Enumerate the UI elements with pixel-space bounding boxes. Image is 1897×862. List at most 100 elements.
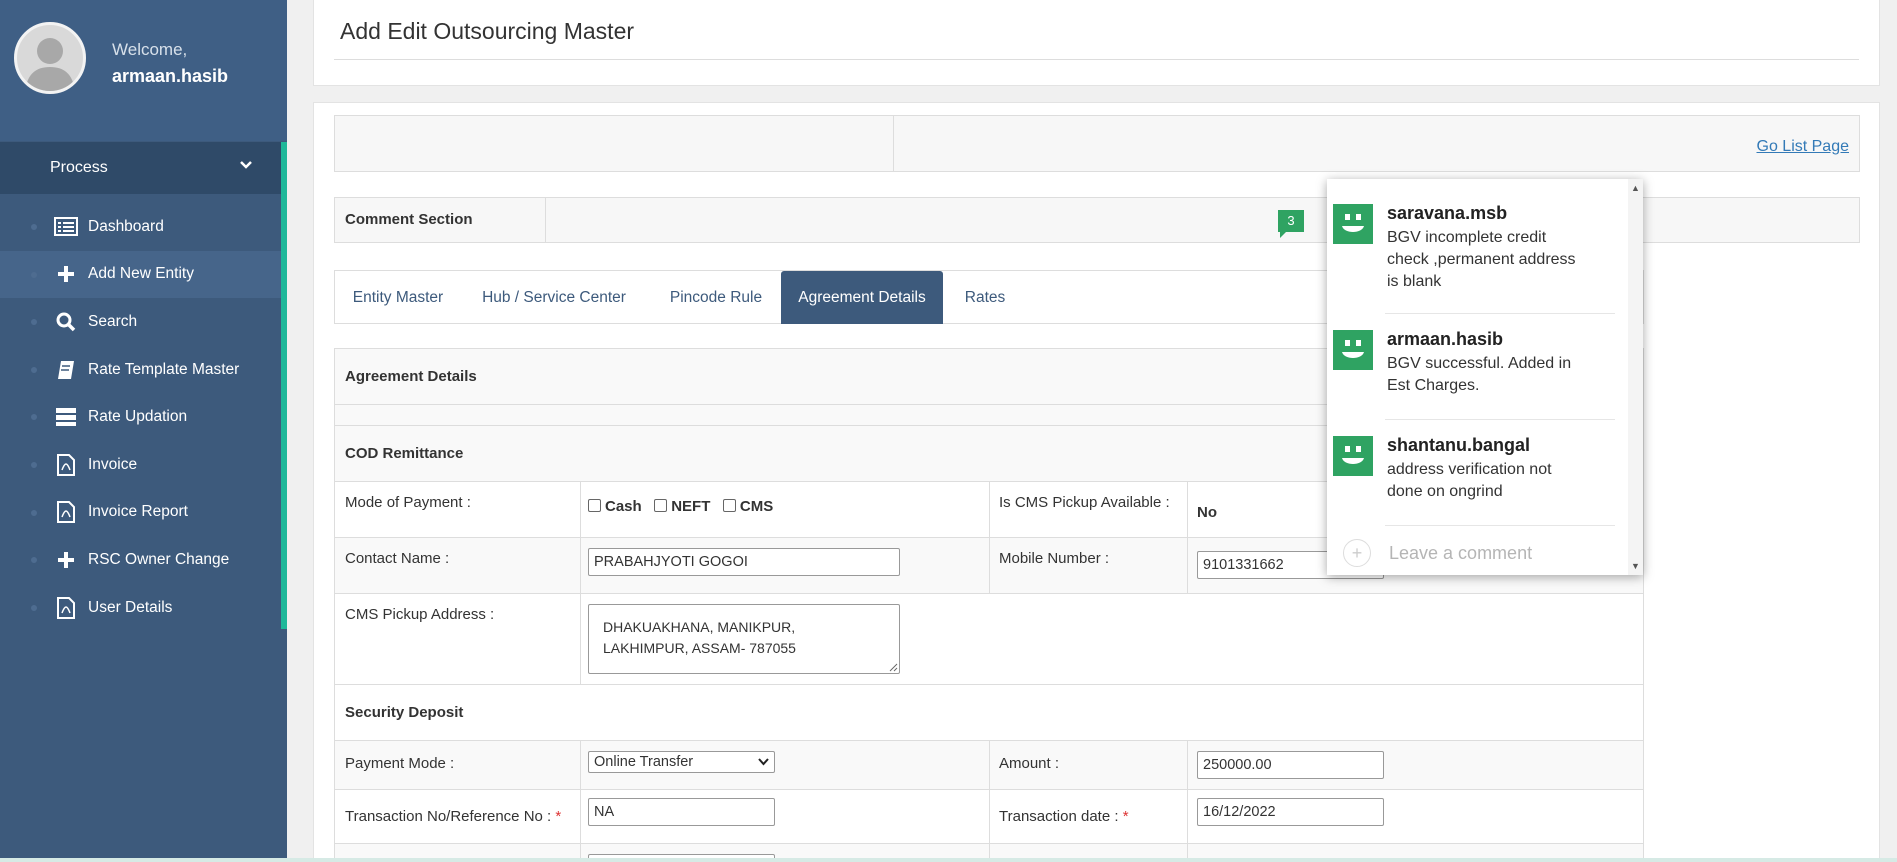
comment-count-badge[interactable]: 3 (1278, 210, 1304, 238)
sidebar-item-rate-updation[interactable]: Rate Updation (0, 393, 281, 441)
comment-author: armaan.hasib (1387, 329, 1504, 349)
transaction-no-text: Transaction No/Reference No : (345, 808, 552, 825)
divider (1187, 538, 1188, 593)
sidebar-item-label: Search (88, 312, 138, 330)
cash-label: Cash (605, 498, 642, 515)
bullet-dot (31, 557, 37, 564)
chevron-down-icon (758, 758, 769, 766)
transaction-no-input[interactable]: NA (588, 798, 775, 826)
sidebar-item-add-new-entity[interactable]: Add New Entity (0, 250, 281, 299)
sidebar: Welcome, armaan.hasib Process Dashboard … (0, 0, 287, 862)
sidebar-item-label: Rate Updation (88, 408, 188, 426)
transaction-no-label: Transaction No/Reference No : * (345, 808, 561, 825)
divider (989, 482, 990, 537)
tab-agreement-details[interactable]: Agreement Details (781, 271, 943, 324)
comment-item: armaan.hasib BGV successful. Added in Es… (1327, 329, 1617, 409)
pdf-file-icon (54, 596, 78, 619)
profile-panel: Welcome, armaan.hasib (0, 0, 287, 141)
divider (989, 538, 990, 593)
tab-pincode-rule[interactable]: Pincode Rule (647, 271, 785, 324)
bullet-dot (31, 604, 37, 611)
comment-text: BGV incomplete credit check ,permanent a… (1387, 229, 1576, 290)
chevron-down-icon (239, 158, 253, 177)
divider (545, 198, 546, 242)
sidebar-item-user-details[interactable]: User Details (0, 584, 281, 632)
bullet-dot (31, 319, 37, 326)
cms-address-textarea[interactable]: DHAKUAKHANA, MANIKPUR, LAKHIMPUR, ASSAM-… (588, 604, 900, 674)
pdf-file-icon (54, 453, 78, 476)
comment-author: shantanu.bangal (1387, 435, 1531, 455)
scroll-down-icon[interactable]: ▼ (1631, 561, 1640, 571)
neft-checkbox[interactable]: NEFT (654, 498, 710, 515)
address-line: LAKHIMPUR, ASSAM- 787055 (603, 640, 796, 656)
tab-rates[interactable]: Rates (943, 271, 1027, 324)
amount-label: Amount : (999, 755, 1060, 772)
divider (580, 594, 581, 684)
plus-icon (54, 549, 78, 571)
scroll-up-icon[interactable]: ▲ (1631, 183, 1640, 193)
contact-name-label: Contact Name : (345, 550, 450, 567)
transaction-date-input[interactable]: 16/12/2022 (1197, 798, 1384, 826)
smiley-avatar-icon (1333, 204, 1373, 244)
transaction-row: Transaction No/Reference No : * NA Trans… (334, 789, 1644, 844)
sidebar-item-invoice-report[interactable]: Invoice Report (0, 489, 281, 537)
cms-pickup-value: No (1197, 504, 1217, 521)
go-list-page-link[interactable]: Go List Page (1757, 138, 1850, 156)
pdf-file-icon (54, 501, 78, 524)
cash-checkbox[interactable]: Cash (588, 498, 642, 515)
contact-name-input[interactable]: PRABAHJYOTI GOGOI (588, 548, 900, 576)
smiley-avatar-icon (1333, 436, 1373, 476)
sidebar-item-rsc-owner-change[interactable]: RSC Owner Change (0, 536, 281, 584)
payment-mode-value: Online Transfer (594, 754, 694, 770)
neft-label: NEFT (671, 498, 711, 515)
bullet-dot (31, 509, 37, 516)
divider (989, 790, 990, 843)
divider (1385, 313, 1615, 314)
sidebar-item-label: Invoice Report (88, 503, 188, 521)
divider (580, 741, 581, 789)
page-title: Add Edit Outsourcing Master (340, 18, 635, 44)
transaction-date-label: Transaction date : * (999, 808, 1129, 825)
resize-handle-icon[interactable] (889, 663, 898, 672)
username: armaan.hasib (112, 66, 229, 86)
cms-checkbox[interactable]: CMS (722, 498, 773, 515)
payment-mode-select[interactable]: Online Transfer (588, 751, 775, 773)
scrollbar[interactable]: ▲ ▼ (1628, 179, 1643, 575)
sidebar-item-label: Rate Template Master (88, 360, 240, 378)
tab-hub-service-center[interactable]: Hub / Service Center (461, 271, 647, 324)
amount-input[interactable]: 250000.00 (1197, 751, 1384, 779)
sidebar-item-label: RSC Owner Change (88, 550, 230, 568)
sidebar-item-dashboard[interactable]: Dashboard (0, 203, 281, 251)
required-marker: * (1122, 808, 1129, 825)
process-menu-toggle[interactable]: Process (0, 142, 281, 194)
tab-entity-master[interactable]: Entity Master (335, 271, 461, 324)
welcome-text: Welcome, (112, 40, 188, 59)
divider (989, 741, 990, 789)
payment-options: Cash NEFT CMS (588, 498, 773, 515)
divider (334, 59, 1859, 60)
bullet-dot (31, 224, 37, 230)
sidebar-item-label: Dashboard (88, 217, 164, 235)
page-header-panel: Add Edit Outsourcing Master (313, 0, 1880, 86)
sidebar-item-search[interactable]: Search (0, 298, 281, 346)
plus-circle-icon: + (1343, 539, 1371, 567)
mobile-number-label: Mobile Number : (999, 550, 1110, 567)
divider (580, 790, 581, 843)
sidebar-item-rate-template-master[interactable]: Rate Template Master (0, 346, 281, 394)
main-content: Add Edit Outsourcing Master Go List Page… (287, 0, 1897, 862)
bullet-dot (31, 271, 37, 278)
dashboard-icon (54, 216, 78, 238)
comment-author: saravana.msb (1387, 203, 1508, 223)
comments-popup: saravana.msb BGV incomplete credit check… (1327, 179, 1643, 575)
bullet-dot (31, 366, 37, 373)
leave-comment-input[interactable]: + Leave a comment (1343, 539, 1532, 567)
cms-address-row: CMS Pickup Address : DHAKUAKHANA, MANIKP… (334, 593, 1644, 685)
divider (1385, 419, 1615, 420)
sidebar-item-invoice[interactable]: Invoice (0, 441, 281, 489)
plus-icon (54, 263, 78, 285)
mode-of-payment-label: Mode of Payment : (345, 494, 471, 511)
bullet-dot (31, 461, 37, 468)
address-line: DHAKUAKHANA, MANIKPUR, (603, 619, 796, 635)
sidebar-item-label: User Details (88, 598, 173, 616)
divider (580, 538, 581, 593)
